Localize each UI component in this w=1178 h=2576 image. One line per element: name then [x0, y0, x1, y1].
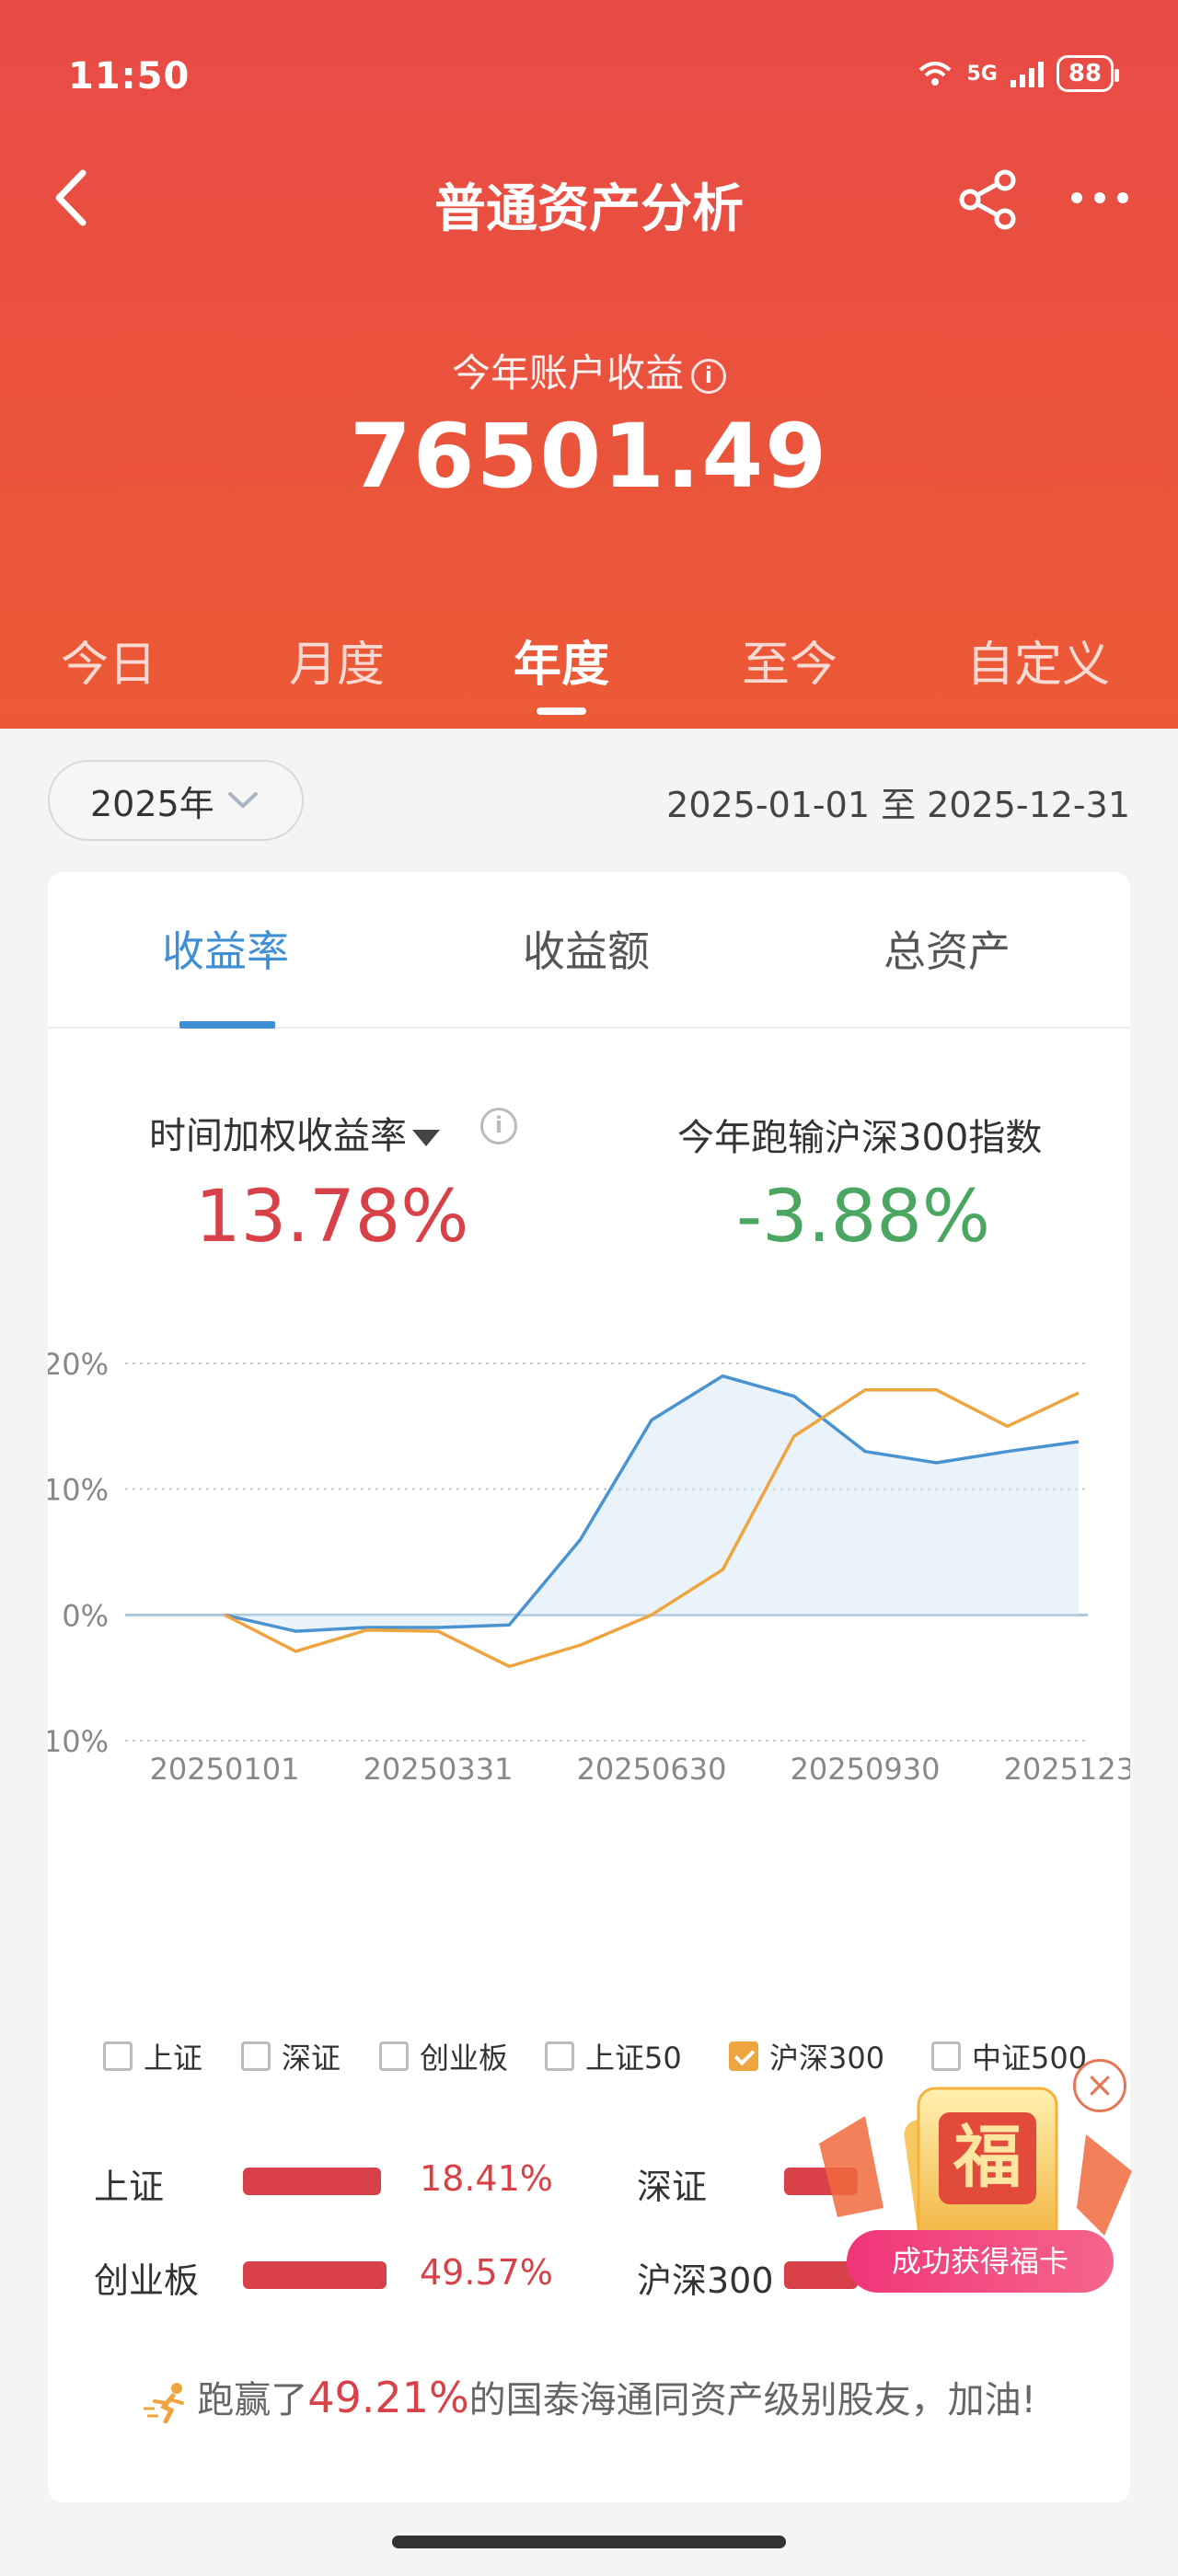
index-legend: 上证 深证 创业板 上证50 沪深300 中证500 — [103, 2035, 1115, 2081]
profit-label-text: 今年账户收益 — [451, 351, 684, 396]
checkbox-icon[interactable] — [379, 2041, 409, 2071]
status-time: 11:50 — [68, 55, 191, 98]
checkbox-icon[interactable] — [931, 2041, 961, 2071]
legend-label: 中证500 — [972, 2041, 1088, 2076]
legend-item[interactable]: 深证 — [241, 2035, 341, 2077]
header: 11:50 5G 88 普通资产分析 今年账户收益 i 76501.49 今日 … — [0, 0, 1178, 729]
twr-value: 13.78% — [195, 1176, 469, 1259]
legend-item[interactable]: 中证500 — [931, 2035, 1087, 2077]
index-value: 49.57% — [420, 2252, 553, 2293]
share-icon[interactable] — [957, 169, 1022, 230]
index-name: 上证 — [94, 2167, 165, 2207]
chevron-down-icon — [227, 792, 258, 809]
tab-today[interactable]: 今日 — [61, 626, 156, 695]
tab-to-date[interactable]: 至今 — [742, 626, 837, 695]
signal-icon — [1010, 62, 1044, 87]
legend-item[interactable]: 上证 — [103, 2035, 202, 2077]
x-tick-label: 20251231 — [1004, 1752, 1130, 1787]
tab-month[interactable]: 月度 — [289, 626, 385, 695]
profit-label: 今年账户收益 i — [0, 342, 1178, 398]
year-dropdown[interactable]: 2025年 — [48, 760, 304, 841]
status-icons: 5G 88 — [917, 55, 1120, 92]
legend-item[interactable]: 上证50 — [545, 2035, 682, 2077]
index-name: 沪深300 — [637, 2260, 774, 2301]
triangle-down-icon — [412, 1130, 440, 1146]
checkbox-icon[interactable] — [545, 2041, 574, 2071]
x-tick-label: 20250930 — [791, 1752, 941, 1787]
status-bar: 11:50 5G 88 — [0, 0, 1178, 156]
tab-underline — [537, 707, 586, 715]
tab-return-rate[interactable]: 收益率 — [162, 918, 289, 979]
y-tick-label: 20% — [48, 1347, 109, 1382]
profit-value: 76501.49 — [349, 405, 829, 508]
legend-label: 上证 — [144, 2041, 203, 2076]
index-name: 创业板 — [94, 2260, 200, 2301]
wifi-icon — [919, 62, 952, 86]
checkbox-checked-icon[interactable] — [729, 2041, 758, 2071]
year-dropdown-value: 2025年 — [90, 783, 214, 824]
legend-item[interactable]: 沪深300 — [729, 2035, 884, 2077]
period-tabs: 今日 月度 年度 至今 自定义 — [0, 626, 1178, 727]
index-bar — [243, 2168, 381, 2195]
index-name: 深证 — [637, 2167, 708, 2207]
y-tick-label: 0% — [62, 1598, 109, 1633]
metric-tabs: 收益率 收益额 总资产 — [48, 872, 1130, 1029]
legend-label: 上证50 — [585, 2041, 682, 2076]
y-tick-label: 10% — [48, 1473, 109, 1508]
index-value: 18.41% — [420, 2158, 553, 2199]
series-area — [225, 1375, 1079, 1632]
legend-label: 沪深300 — [769, 2041, 885, 2076]
return-chart: 20% 10% 0% -10% 20250101 20250331 20250630 2025… — [48, 1347, 1130, 1787]
home-indicator-bar — [392, 2536, 786, 2548]
info-icon[interactable]: i — [480, 1108, 517, 1144]
checkbox-icon[interactable] — [241, 2041, 271, 2071]
close-icon[interactable]: × — [1073, 2059, 1126, 2112]
y-tick-label: -10% — [48, 1724, 109, 1759]
date-range: 2025-01-01 至 2025-12-31 — [666, 785, 1130, 825]
legend-item[interactable]: 创业板 — [379, 2035, 508, 2077]
beat-prefix: 跑赢了 — [197, 2379, 308, 2421]
tab-return-amount[interactable]: 收益额 — [523, 918, 650, 979]
legend-label: 深证 — [282, 2041, 341, 2076]
info-icon[interactable]: i — [691, 358, 726, 394]
fu-char: 福 — [953, 2118, 1022, 2197]
network-type: 5G — [966, 62, 998, 86]
tab-custom[interactable]: 自定义 — [966, 626, 1110, 695]
twr-label: 时间加权收益率 — [149, 1115, 407, 1157]
beat-suffix: 的国泰海通同资产级别股友，加油! — [468, 2379, 1036, 2421]
tab-total-assets[interactable]: 总资产 — [884, 918, 1011, 979]
legend-label: 创业板 — [420, 2041, 509, 2076]
battery-indicator: 88 — [1056, 55, 1120, 92]
checkbox-icon[interactable] — [103, 2041, 133, 2071]
x-tick-label: 20250331 — [364, 1752, 514, 1787]
beat-peers-text: 跑赢了49.21%的国泰海通同资产级别股友，加油! — [48, 2370, 1130, 2423]
x-tick-label: 20250101 — [150, 1752, 300, 1787]
beat-percent: 49.21% — [307, 2373, 469, 2422]
runner-icon — [144, 2383, 185, 2423]
benchmark-diff-value: -3.88% — [736, 1176, 990, 1259]
more-icon[interactable] — [1068, 184, 1132, 212]
x-tick-label: 20250630 — [577, 1752, 727, 1787]
tab-year[interactable]: 年度 — [514, 626, 609, 715]
metric-tab-underline — [179, 1021, 275, 1029]
twr-selector[interactable]: 时间加权收益率 — [149, 1106, 440, 1159]
fu-label: 成功获得福卡 — [892, 2244, 1068, 2279]
fu-card-popup[interactable]: 福 成功获得福卡 — [810, 2079, 1141, 2309]
index-bar — [243, 2261, 387, 2289]
benchmark-label: 今年跑输沪深300指数 — [677, 1117, 1043, 1159]
